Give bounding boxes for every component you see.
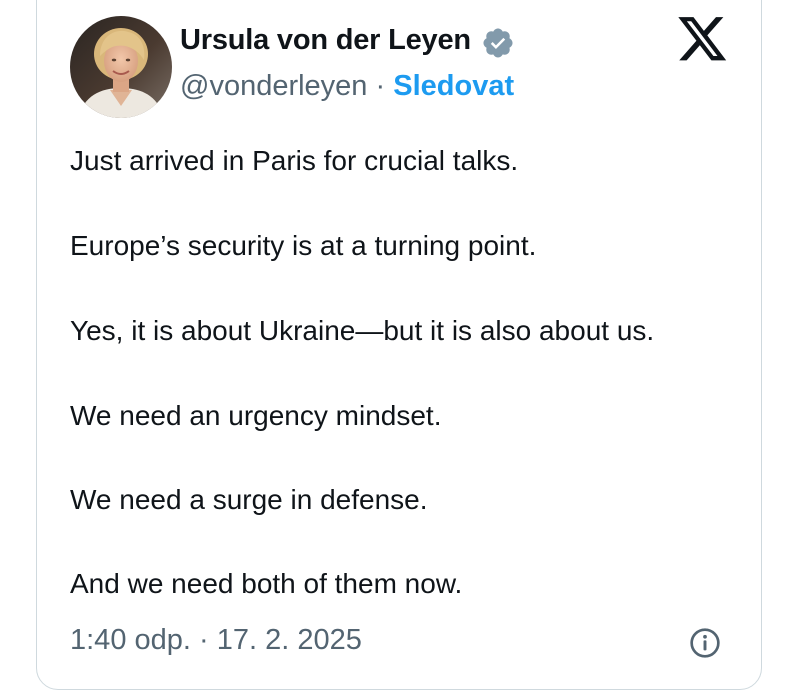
tweet-line: And we need both of them now. xyxy=(70,568,463,599)
timestamp-row: 1:40 odp. · 17. 2. 2025 xyxy=(70,624,362,657)
author-name[interactable]: Ursula von der Leyen xyxy=(180,24,471,57)
avatar[interactable] xyxy=(70,16,172,118)
tweet-line: Just arrived in Paris for crucial talks. xyxy=(70,145,519,176)
tweet-line: We need an urgency mindset. xyxy=(70,400,442,431)
tweet-line: We need a surge in defense. xyxy=(70,484,428,515)
handle-separator: · xyxy=(367,70,394,102)
tweet-time[interactable]: 1:40 odp. xyxy=(70,624,191,656)
author-handle[interactable]: @vonderleyen xyxy=(180,70,367,102)
tweet-line: Europe’s security is at a turning point. xyxy=(70,230,537,261)
tweet-date[interactable]: 17. 2. 2025 xyxy=(217,624,362,656)
verified-badge-icon xyxy=(483,28,513,58)
timestamp-separator: · xyxy=(190,624,217,656)
avatar-image xyxy=(70,16,172,118)
x-logo-icon[interactable] xyxy=(678,17,728,63)
follow-button[interactable]: Sledovat xyxy=(393,70,514,102)
info-icon[interactable] xyxy=(689,627,721,659)
tweet-line: Yes, it is about Ukraine—but it is also … xyxy=(70,315,655,346)
handle-row: @vonderleyen · Sledovat xyxy=(180,70,514,103)
